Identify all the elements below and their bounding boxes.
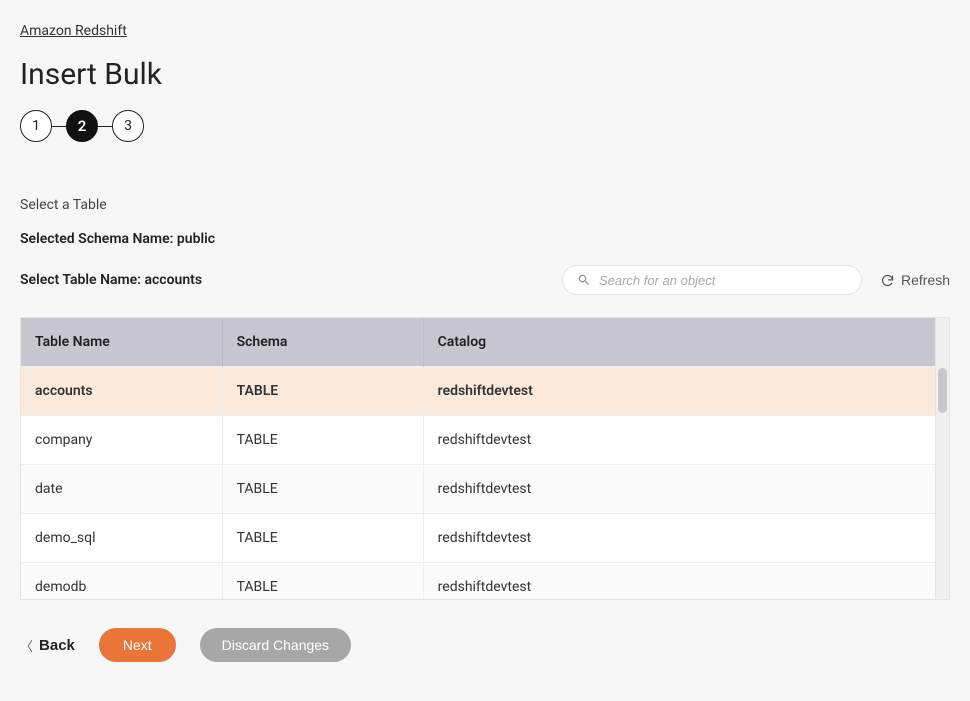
step-1[interactable]: 1 (20, 110, 52, 142)
cell-catalog: redshiftdevtest (423, 514, 935, 563)
selected-schema-line: Selected Schema Name: public (20, 231, 950, 247)
select-table-value: accounts (144, 272, 202, 288)
table-row[interactable]: demo_sql TABLE redshiftdevtest (21, 514, 935, 563)
cell-table-name: demo_sql (21, 514, 222, 563)
column-header-schema[interactable]: Schema (222, 318, 423, 367)
search-icon (577, 273, 591, 287)
wizard-stepper: 1 2 3 (20, 110, 950, 142)
select-table-label: Select Table Name: (20, 272, 144, 288)
tables-list: Table Name Schema Catalog accounts TABLE… (21, 318, 935, 599)
cell-schema: TABLE (222, 367, 423, 416)
footer-actions: 〈 Back Next Discard Changes (20, 628, 950, 662)
cell-catalog: redshiftdevtest (423, 563, 935, 600)
chevron-left-icon: 〈 (20, 636, 33, 655)
scrollbar-thumb[interactable] (938, 368, 947, 413)
cell-table-name: demodb (21, 563, 222, 600)
step-3[interactable]: 3 (112, 110, 144, 142)
breadcrumb-link-amazon-redshift[interactable]: Amazon Redshift (20, 23, 127, 39)
search-input-wrapper[interactable] (562, 265, 862, 295)
search-input[interactable] (599, 273, 847, 288)
table-row[interactable]: date TABLE redshiftdevtest (21, 465, 935, 514)
refresh-icon (880, 273, 895, 288)
cell-catalog: redshiftdevtest (423, 367, 935, 416)
refresh-button[interactable]: Refresh (880, 272, 950, 288)
discard-changes-button[interactable]: Discard Changes (200, 628, 351, 662)
step-connector (52, 126, 66, 127)
cell-schema: TABLE (222, 514, 423, 563)
cell-schema: TABLE (222, 416, 423, 465)
selected-schema-label: Selected Schema Name: (20, 231, 177, 247)
table-row[interactable]: company TABLE redshiftdevtest (21, 416, 935, 465)
page-title: Insert Bulk (20, 57, 950, 92)
cell-table-name: date (21, 465, 222, 514)
select-table-line: Select Table Name: accounts (20, 272, 202, 288)
table-row[interactable]: demodb TABLE redshiftdevtest (21, 563, 935, 600)
table-scrollbar[interactable] (935, 318, 949, 599)
step-connector (98, 126, 112, 127)
cell-schema: TABLE (222, 563, 423, 600)
next-button[interactable]: Next (99, 628, 176, 662)
section-label: Select a Table (20, 197, 950, 213)
table-row[interactable]: accounts TABLE redshiftdevtest (21, 367, 935, 416)
table-container: Table Name Schema Catalog accounts TABLE… (20, 317, 950, 600)
column-header-table-name[interactable]: Table Name (21, 318, 222, 367)
column-header-catalog[interactable]: Catalog (423, 318, 935, 367)
cell-table-name: company (21, 416, 222, 465)
cell-schema: TABLE (222, 465, 423, 514)
step-2[interactable]: 2 (66, 110, 98, 142)
selected-schema-value: public (177, 231, 215, 247)
cell-catalog: redshiftdevtest (423, 416, 935, 465)
back-label: Back (39, 637, 75, 654)
cell-catalog: redshiftdevtest (423, 465, 935, 514)
back-button[interactable]: 〈 Back (20, 636, 75, 655)
refresh-label: Refresh (901, 272, 950, 288)
cell-table-name: accounts (21, 367, 222, 416)
